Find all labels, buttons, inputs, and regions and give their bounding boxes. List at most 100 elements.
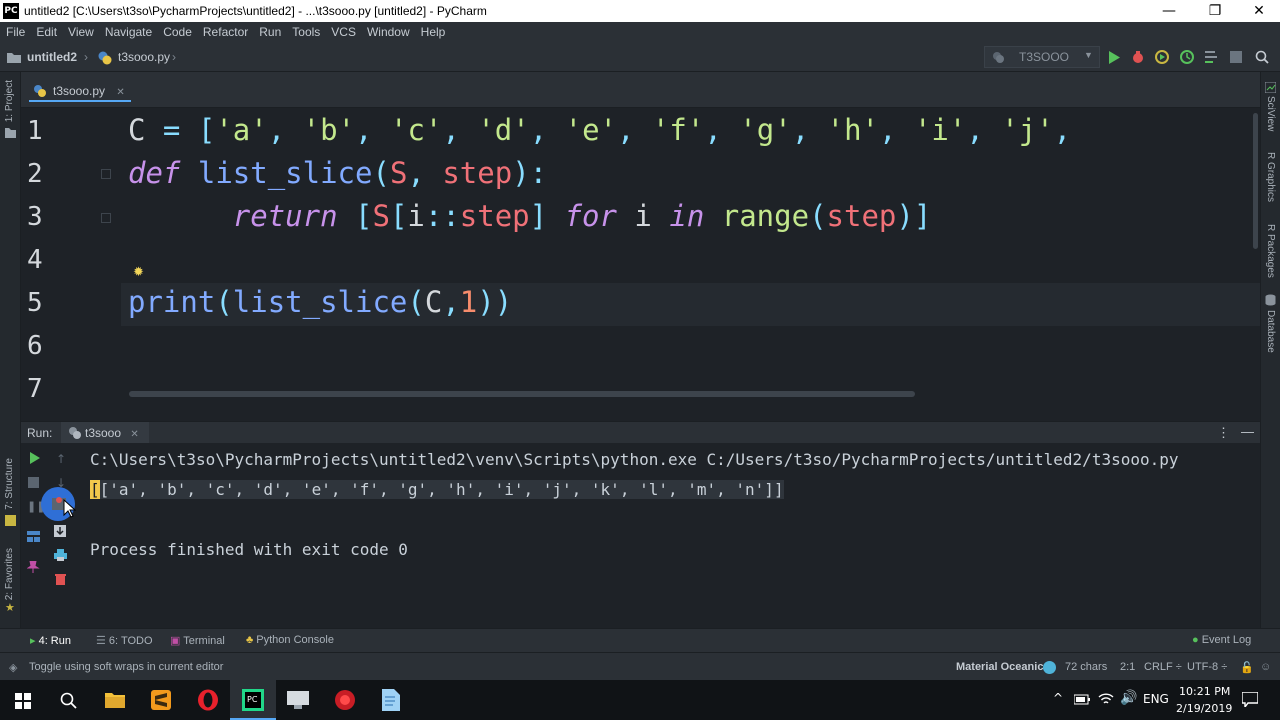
search-everywhere-icon[interactable] (1255, 50, 1269, 64)
window-title: untitled2 [C:\Users\t3so\PycharmProjects… (24, 4, 487, 18)
fold-icon[interactable] (101, 213, 111, 223)
database-tool-window-button[interactable]: Database (1265, 310, 1276, 353)
code-line-2: def list_slice(S, step): (128, 156, 548, 190)
run-tool-tab-label: 4: Run (38, 635, 71, 647)
menu-edit[interactable]: Edit (30, 22, 62, 42)
lightbulb-icon[interactable]: ✹ (133, 265, 144, 280)
notifications-icon[interactable] (1242, 692, 1258, 707)
menu-view[interactable]: View (62, 22, 99, 42)
r-graphics-tool-window-button[interactable]: R Graphics (1265, 152, 1276, 202)
maximize-button[interactable]: ❐ (1192, 0, 1238, 22)
python-file-icon (69, 427, 81, 439)
menu-window[interactable]: Window (361, 22, 415, 42)
menu-vcs[interactable]: VCS (325, 22, 361, 42)
close-tab-icon[interactable]: ✕ (116, 87, 124, 98)
record-icon[interactable] (334, 689, 356, 711)
print-icon[interactable] (54, 549, 70, 565)
r-packages-tool-window-button[interactable]: R Packages (1265, 224, 1276, 278)
layout-icon[interactable] (27, 531, 43, 547)
profile-icon[interactable] (1180, 50, 1194, 64)
windows-start-icon[interactable] (15, 693, 31, 709)
menu-navigate[interactable]: Navigate (99, 22, 157, 42)
notepad-icon[interactable] (380, 689, 400, 711)
code-editor[interactable]: 1 2 3 4 5 6 7 ✹ C = ['a', 'b', 'c', 'd',… (21, 109, 1260, 401)
run-panel-label: Run: (27, 426, 53, 440)
volume-icon[interactable]: 🔊 (1120, 690, 1137, 706)
options-menu-icon[interactable]: ⋮ (1217, 425, 1230, 441)
minimize-button[interactable]: — (1146, 0, 1192, 22)
database-icon (1265, 294, 1276, 306)
line-number: 1 (27, 116, 43, 146)
stop-icon[interactable] (28, 477, 44, 493)
pycharm-icon: PC (242, 689, 264, 711)
menu-run[interactable]: Run (253, 22, 286, 42)
debug-icon[interactable] (1131, 50, 1145, 64)
todo-tool-tab[interactable]: ☰ 6: TODO (96, 634, 153, 647)
menu-tools[interactable]: Tools (286, 22, 325, 42)
text-cursor: [ (90, 480, 100, 499)
menu-file[interactable]: File (0, 22, 30, 42)
line-separator[interactable]: CRLF ÷ (1144, 661, 1182, 673)
menu-help[interactable]: Help (415, 22, 451, 42)
event-log-tool-tab[interactable]: ● Event Log (1192, 634, 1251, 646)
fold-icon[interactable] (101, 169, 111, 179)
sciview-tool-window-button[interactable]: SciView (1265, 96, 1276, 131)
line-number: 6 (27, 331, 43, 361)
build-list-icon[interactable] (1205, 51, 1219, 63)
clear-all-icon[interactable] (55, 573, 71, 589)
breadcrumb-project[interactable]: untitled2 (27, 50, 77, 64)
file-explorer-icon[interactable] (105, 691, 125, 708)
file-encoding[interactable]: UTF-8 ÷ (1187, 661, 1227, 673)
favorites-tool-window-button[interactable]: 2: Favorites (4, 548, 15, 600)
pin-tab-icon[interactable] (27, 561, 43, 577)
menu-refactor[interactable]: Refactor (197, 22, 253, 42)
structure-icon (5, 515, 16, 526)
menu-code[interactable]: Code (157, 22, 197, 42)
vertical-scrollbar[interactable] (1253, 113, 1258, 249)
hide-panel-icon[interactable]: — (1241, 424, 1254, 439)
project-folder-icon (5, 128, 16, 138)
run-tool-tab[interactable]: ▸ 4: Run (30, 634, 71, 647)
status-message: Toggle using soft wraps in current edito… (29, 661, 224, 673)
python-console-tool-tab[interactable]: ♣ Python Console (246, 634, 334, 646)
python-console-tool-tab-label: Python Console (256, 634, 334, 646)
editor-tab-label: t3sooo.py (53, 84, 106, 98)
theme-indicator[interactable]: Material Oceanic (956, 661, 1043, 673)
opera-icon[interactable] (197, 689, 219, 711)
right-tool-strip: SciView R Graphics R Packages Database (1260, 72, 1280, 628)
project-tool-window-button[interactable]: 1: Project (4, 80, 15, 122)
code-line-1: C = ['a', 'b', 'c', 'd', 'e', 'f', 'g', … (128, 113, 1072, 147)
inspector-icon[interactable]: ☺ (1260, 661, 1271, 673)
close-tab-icon[interactable]: ✕ (130, 429, 138, 440)
python-config-icon (993, 52, 1004, 63)
horizontal-scrollbar[interactable] (129, 391, 915, 397)
status-bar: ◈ Toggle using soft wraps in current edi… (0, 652, 1280, 680)
close-window-button[interactable]: ✕ (1236, 0, 1280, 22)
scroll-to-end-icon[interactable] (54, 525, 70, 541)
sublime-text-icon[interactable] (151, 690, 171, 710)
screen-recorder-icon[interactable] (287, 691, 309, 709)
battery-icon[interactable] (1074, 694, 1090, 705)
breadcrumb-file[interactable]: t3sooo.py (118, 50, 170, 64)
python-file-icon (34, 85, 46, 97)
wifi-icon[interactable] (1098, 692, 1114, 706)
clock-date[interactable]: 2/19/2019 (1176, 702, 1232, 715)
language-indicator[interactable]: ENG (1143, 692, 1169, 706)
arrow-up-icon[interactable]: ↑ (53, 451, 69, 467)
python-icon: ♣ (246, 634, 257, 646)
search-icon[interactable] (60, 692, 77, 709)
rerun-icon[interactable] (28, 452, 44, 468)
lock-icon[interactable]: 🔓 (1240, 661, 1254, 674)
structure-tool-window-button[interactable]: 7: Structure (4, 458, 15, 510)
terminal-tool-tab[interactable]: ▣ Terminal (170, 634, 225, 647)
pycharm-logo-icon: PC (3, 3, 19, 19)
stop-icon[interactable] (1230, 51, 1242, 63)
run-console[interactable]: C:\Users\t3so\PycharmProjects\untitled2\… (76, 443, 1260, 628)
run-with-coverage-icon[interactable] (1155, 50, 1169, 64)
chevron-up-icon[interactable]: ^ (1053, 691, 1063, 705)
caret-position[interactable]: 2:1 (1120, 661, 1135, 673)
clock-time[interactable]: 10:21 PM (1179, 685, 1230, 698)
gutter: 1 2 3 4 5 6 7 ✹ (21, 109, 144, 401)
console-command-line: C:\Users\t3so\PycharmProjects\untitled2\… (90, 450, 1179, 469)
run-icon[interactable] (1108, 51, 1120, 64)
